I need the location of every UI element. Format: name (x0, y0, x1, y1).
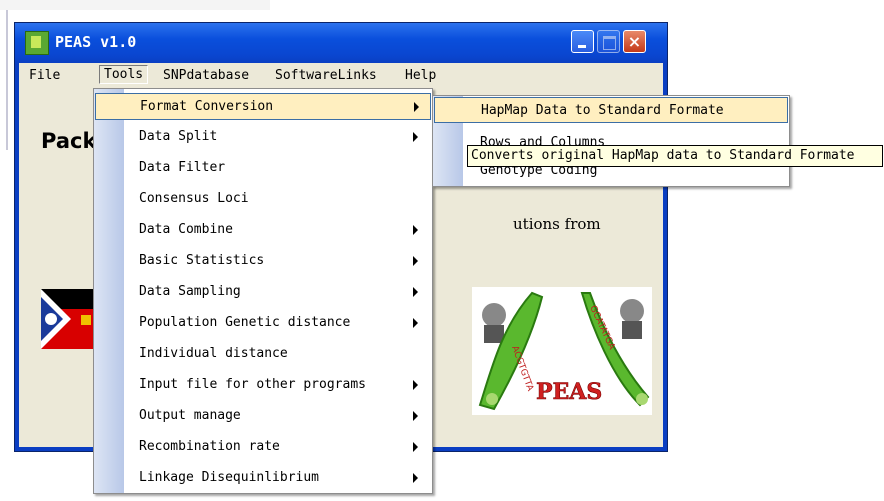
submenu-item-hapmap-to-standard[interactable]: HapMap Data to Standard Formate (434, 97, 788, 123)
title-bar[interactable]: PEAS v1.0 × (15, 23, 667, 63)
menu-item-data-filter[interactable]: Data Filter (95, 155, 431, 182)
menu-item-output-manage[interactable]: Output manage (95, 403, 431, 430)
package-heading: Pack (41, 129, 97, 153)
menu-item-individual-distance[interactable]: Individual distance (95, 341, 431, 368)
menu-item-data-sampling[interactable]: Data Sampling (95, 279, 431, 306)
menu-item-label: Data Filter (139, 160, 226, 175)
menu-help[interactable]: Help (401, 67, 440, 84)
menu-item-label: Data Split (139, 129, 218, 144)
menu-item-label: Data Sampling (139, 284, 241, 299)
peas-logo: PEAS ACGTGTTA GCATATGA (472, 287, 652, 415)
menu-item-format-conversion[interactable]: Format Conversion (95, 93, 431, 120)
submenu-arrow-icon (413, 380, 418, 390)
menu-item-input-file-for-other-programs[interactable]: Input file for other programs (95, 372, 431, 399)
submenu-arrow-icon (413, 287, 418, 297)
submenu-arrow-icon (413, 256, 418, 266)
menu-item-consensus-loci[interactable]: Consensus Loci (95, 186, 431, 213)
tooltip: Converts original HapMap data to Standar… (467, 145, 883, 167)
menu-item-basic-statistics[interactable]: Basic Statistics (95, 248, 431, 275)
menu-item-data-split[interactable]: Data Split (95, 124, 431, 151)
menu-snpdatabase[interactable]: SNPdatabase (159, 67, 253, 84)
submenu-arrow-icon (413, 473, 418, 483)
menu-item-label: Consensus Loci (139, 191, 249, 206)
maximize-icon (598, 31, 619, 52)
window-title: PEAS v1.0 (55, 33, 137, 51)
submenu-arrow-icon (413, 132, 418, 142)
menu-item-label: Basic Statistics (139, 253, 265, 268)
menu-tools[interactable]: Tools (99, 65, 149, 84)
background-divider (6, 10, 8, 150)
flag-image (41, 289, 99, 349)
close-icon: × (627, 32, 642, 51)
menu-item-label: Recombination rate (139, 439, 280, 454)
background-strip (0, 0, 270, 10)
menu-item-label: Population Genetic distance (139, 315, 351, 330)
logo-text: PEAS (536, 379, 602, 405)
menu-item-label: Linkage Disequinlibrium (139, 470, 320, 485)
menu-item-population-genetic-distance[interactable]: Population Genetic distance (95, 310, 431, 337)
close-button[interactable]: × (623, 30, 646, 53)
menu-bar: File Tools SNPdatabase SoftwareLinks Hel… (19, 63, 663, 89)
format-conversion-submenu: HapMap Data to Standard Formate Rows and… (432, 95, 790, 187)
tools-menu: Format Conversion Data Split Data Filter… (93, 88, 433, 494)
submenu-arrow-icon (413, 442, 418, 452)
menu-item-label: Output manage (139, 408, 241, 423)
description-text: utions from (513, 215, 601, 233)
menu-item-label: Individual distance (139, 346, 288, 361)
peas-app-icon[interactable] (25, 31, 49, 55)
menu-file[interactable]: File (25, 67, 64, 84)
menu-item-label: Data Combine (139, 222, 233, 237)
minimize-icon (572, 31, 593, 52)
menu-item-linkage-disequilibrium[interactable]: Linkage Disequinlibrium (95, 465, 431, 492)
submenu-arrow-icon (413, 225, 418, 235)
menu-item-recombination-rate[interactable]: Recombination rate (95, 434, 431, 461)
menu-item-label: Format Conversion (140, 99, 274, 114)
menu-item-data-combine[interactable]: Data Combine (95, 217, 431, 244)
submenu-arrow-icon (414, 102, 419, 112)
menu-item-label: Input file for other programs (139, 377, 366, 392)
submenu-item-label: HapMap Data to Standard Formate (481, 103, 724, 118)
submenu-arrow-icon (413, 318, 418, 328)
submenu-arrow-icon (413, 411, 418, 421)
maximize-button[interactable] (597, 30, 620, 53)
menu-softwarelinks[interactable]: SoftwareLinks (271, 67, 381, 84)
minimize-button[interactable] (571, 30, 594, 53)
